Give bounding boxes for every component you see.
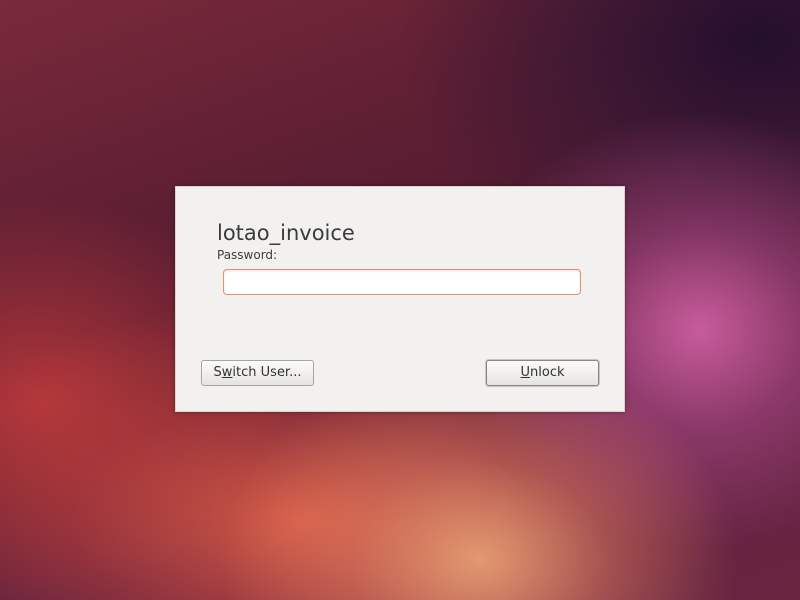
switch-user-label-start: S xyxy=(213,365,222,380)
unlock-mnemonic: U xyxy=(520,365,531,380)
unlock-button[interactable]: Unlock xyxy=(486,360,599,386)
switch-user-button[interactable]: Switch User... xyxy=(201,360,314,386)
unlock-label-end: nlock xyxy=(530,365,565,380)
username-label: lotao_invoice xyxy=(217,221,355,245)
unlock-dialog: lotao_invoice Password: Switch User... U… xyxy=(175,186,625,412)
switch-user-mnemonic: w xyxy=(221,365,233,380)
switch-user-label-end: itch User... xyxy=(232,365,302,380)
password-label: Password: xyxy=(217,248,278,262)
password-field[interactable] xyxy=(223,269,581,295)
